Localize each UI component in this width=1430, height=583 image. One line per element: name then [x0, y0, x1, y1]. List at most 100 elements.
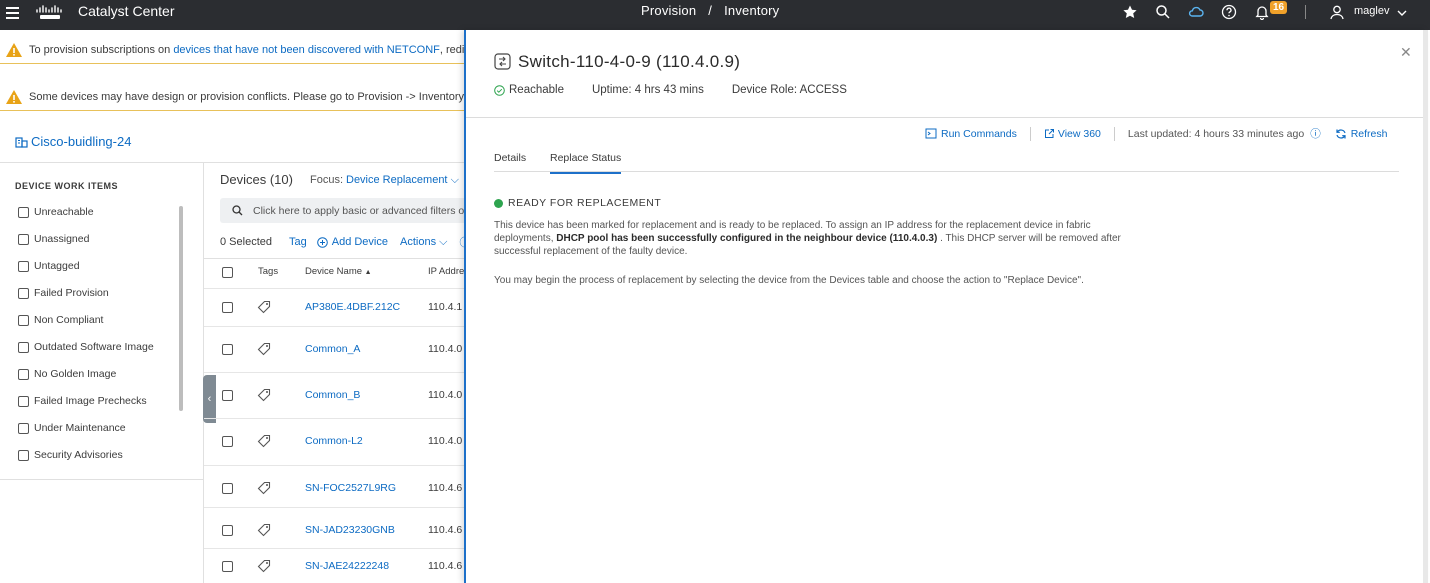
- info-icon[interactable]: ⓘ: [1310, 126, 1321, 141]
- tag-icon[interactable]: [257, 388, 271, 402]
- work-item-label: Non Compliant: [34, 314, 103, 326]
- collapse-sidebar-handle[interactable]: ‹: [203, 375, 216, 423]
- work-item-non-compliant[interactable]: Non Compliant: [18, 314, 103, 326]
- focus-label: Focus:: [310, 174, 343, 186]
- device-ip: 110.4.0: [428, 389, 462, 401]
- work-item-unreachable[interactable]: Unreachable: [18, 206, 94, 218]
- checkbox[interactable]: [18, 342, 29, 353]
- breadcrumb-separator: /: [708, 3, 712, 18]
- divider: [1030, 127, 1031, 141]
- selected-count: 0 Selected: [220, 236, 272, 248]
- work-item-no-golden-image[interactable]: No Golden Image: [18, 368, 116, 380]
- work-item-label: Untagged: [34, 260, 80, 272]
- row-checkbox[interactable]: [222, 436, 233, 447]
- device-name-link[interactable]: Common-L2: [305, 435, 363, 447]
- row-divider: [204, 465, 466, 466]
- tag-icon[interactable]: [257, 523, 271, 537]
- filter-search-input[interactable]: Click here to apply basic or advanced fi…: [220, 198, 470, 223]
- tag-icon[interactable]: [257, 300, 271, 314]
- device-name-link[interactable]: Common_A: [305, 343, 360, 355]
- netconf-devices-link[interactable]: devices that have not been discovered wi…: [173, 44, 440, 56]
- username[interactable]: maglev: [1354, 5, 1389, 17]
- view-360-button[interactable]: View 360: [1044, 128, 1101, 140]
- menu-icon[interactable]: [6, 7, 19, 19]
- user-icon[interactable]: [1329, 4, 1345, 20]
- success-dot-icon: [494, 199, 503, 208]
- work-item-security-advisories[interactable]: Security Advisories: [18, 449, 123, 461]
- search-icon[interactable]: [1155, 4, 1171, 20]
- notification-badge[interactable]: 16: [1270, 1, 1287, 14]
- row-checkbox[interactable]: [222, 561, 233, 572]
- work-item-untagged[interactable]: Untagged: [18, 260, 80, 272]
- work-item-label: Unassigned: [34, 233, 89, 245]
- help-icon[interactable]: [1221, 4, 1237, 20]
- actions-dropdown[interactable]: Actions ⌵: [400, 236, 447, 249]
- checkbox[interactable]: [18, 234, 29, 245]
- sidebar-scrollbar[interactable]: [179, 206, 183, 411]
- checkbox[interactable]: [18, 315, 29, 326]
- run-commands-button[interactable]: Run Commands: [925, 128, 1017, 140]
- work-item-under-maintenance[interactable]: Under Maintenance: [18, 422, 126, 434]
- row-checkbox[interactable]: [222, 483, 233, 494]
- device-name-link[interactable]: AP380E.4DBF.212C: [305, 301, 400, 313]
- checkbox[interactable]: [18, 450, 29, 461]
- tag-icon[interactable]: [257, 434, 271, 448]
- checkbox[interactable]: [18, 288, 29, 299]
- actions-label: Actions: [400, 236, 436, 248]
- device-title: Switch-110-4-0-9 (110.4.0.9): [518, 52, 740, 72]
- description-bold-text: DHCP pool has been successfully configur…: [556, 233, 937, 244]
- site-name[interactable]: Cisco-buidling-24: [31, 134, 131, 149]
- tab-details[interactable]: Details: [494, 152, 526, 172]
- site-selector[interactable]: Cisco-buidling-24: [15, 134, 131, 149]
- column-header-device-name[interactable]: Device Name ▲: [305, 266, 372, 277]
- replacement-status-label: READY FOR REPLACEMENT: [508, 197, 661, 209]
- row-divider: [204, 507, 466, 508]
- star-icon[interactable]: [1122, 4, 1138, 20]
- close-icon[interactable]: ✕: [1400, 44, 1412, 61]
- sort-ascending-icon: ▲: [365, 269, 372, 276]
- run-commands-label: Run Commands: [941, 128, 1017, 140]
- tag-icon[interactable]: [257, 342, 271, 356]
- add-device-button[interactable]: Add Device: [317, 236, 388, 248]
- divider: [0, 479, 203, 480]
- device-name-link[interactable]: SN-FOC2527L9RG: [305, 482, 396, 494]
- device-role: Device Role: ACCESS: [732, 84, 847, 96]
- focus-dropdown[interactable]: Device Replacement ⌵: [346, 174, 459, 187]
- breadcrumb-provision[interactable]: Provision: [641, 3, 696, 18]
- tag-icon[interactable]: [257, 559, 271, 573]
- work-item-failed-prechecks[interactable]: Failed Image Prechecks: [18, 395, 147, 407]
- checkbox[interactable]: [18, 369, 29, 380]
- checkbox[interactable]: [18, 261, 29, 272]
- device-ip: 110.4.1: [428, 301, 462, 313]
- banner-text-suffix: , rediscov: [440, 44, 466, 56]
- terminal-icon: [925, 128, 937, 139]
- plus-circle-icon: [317, 237, 328, 248]
- bell-icon[interactable]: [1254, 4, 1270, 20]
- cloud-icon[interactable]: [1188, 4, 1204, 20]
- device-ip: 110.4.0: [428, 343, 462, 355]
- work-item-unassigned[interactable]: Unassigned: [18, 233, 89, 245]
- row-checkbox[interactable]: [222, 302, 233, 313]
- add-device-label: Add Device: [332, 236, 388, 248]
- device-name-link[interactable]: SN-JAE24222248: [305, 560, 389, 572]
- tag-button[interactable]: Tag: [289, 236, 307, 248]
- chevron-left-icon: ‹: [208, 393, 212, 405]
- refresh-button[interactable]: Refresh: [1335, 128, 1388, 140]
- work-item-outdated-software[interactable]: Outdated Software Image: [18, 341, 154, 353]
- panel-toolbar: Run Commands View 360 Last updated: 4 ho…: [925, 126, 1387, 141]
- tag-icon[interactable]: [257, 481, 271, 495]
- panel-scrollbar[interactable]: [1423, 30, 1428, 583]
- checkbox[interactable]: [18, 423, 29, 434]
- device-name-link[interactable]: Common_B: [305, 389, 360, 401]
- device-ip: 110.4.0: [428, 435, 462, 447]
- work-item-failed-provision[interactable]: Failed Provision: [18, 287, 109, 299]
- checkbox[interactable]: [18, 396, 29, 407]
- chevron-down-icon[interactable]: [1396, 7, 1408, 19]
- row-checkbox[interactable]: [222, 390, 233, 401]
- divider: [0, 162, 466, 163]
- device-name-link[interactable]: SN-JAD23230GNB: [305, 524, 395, 536]
- checkbox[interactable]: [18, 207, 29, 218]
- select-all-checkbox[interactable]: [222, 267, 233, 278]
- row-checkbox[interactable]: [222, 344, 233, 355]
- row-checkbox[interactable]: [222, 525, 233, 536]
